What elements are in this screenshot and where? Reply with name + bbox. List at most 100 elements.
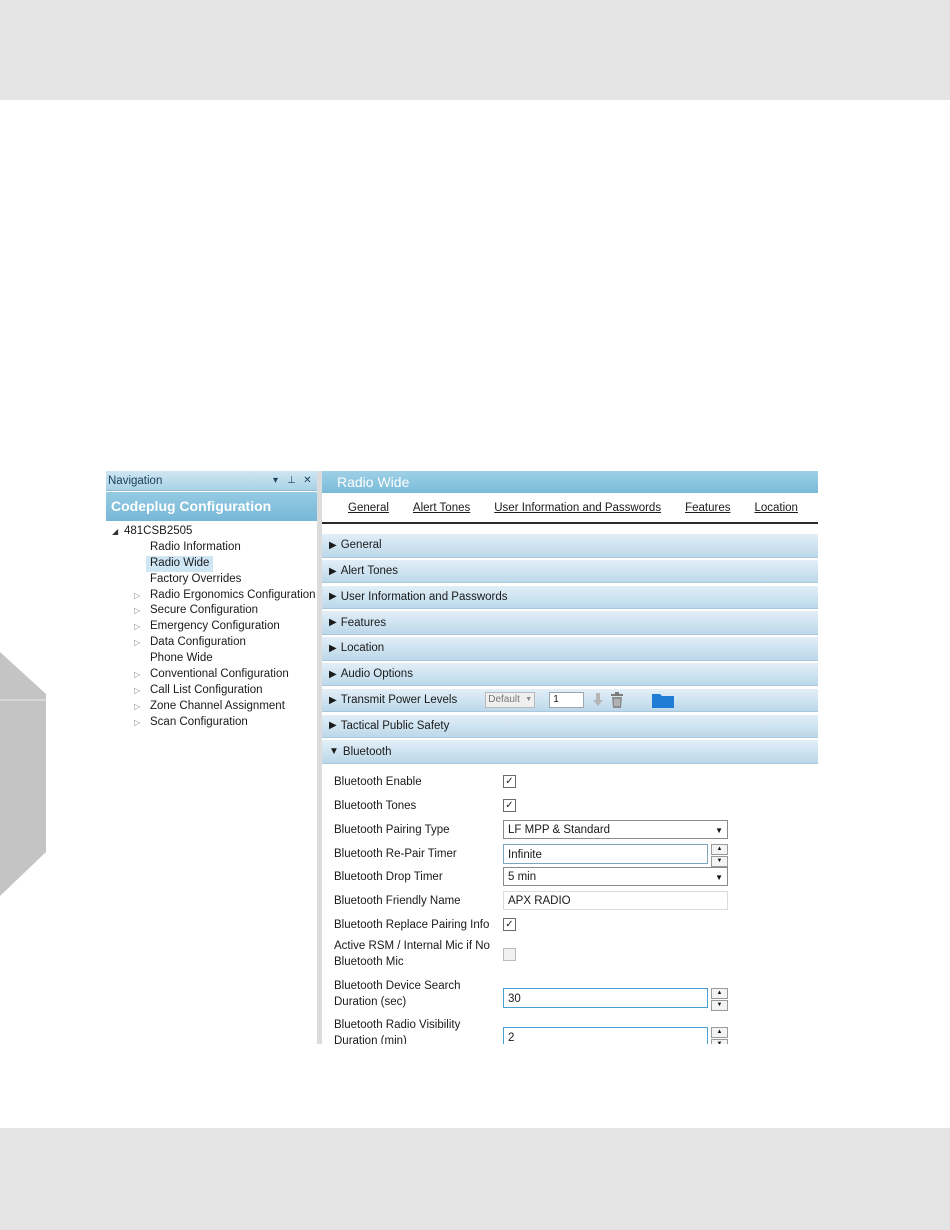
chevron-down-icon: ▼ <box>525 696 533 704</box>
close-icon[interactable]: ✕ <box>301 475 314 486</box>
expand-triangle-icon[interactable]: ▷ <box>134 635 140 651</box>
expand-arrow-icon: ▶ <box>329 720 337 732</box>
transmit-power-controls: Default ▼ 1 <box>485 691 675 709</box>
section-features[interactable]: ▶ Features <box>322 611 818 635</box>
expand-arrow-icon: ▶ <box>329 617 337 629</box>
expand-triangle-icon[interactable]: ▷ <box>134 603 140 619</box>
tab-general[interactable]: General <box>348 502 389 514</box>
section-transmit-power-levels[interactable]: ▶ Transmit Power Levels Default ▼ 1 <box>322 688 818 713</box>
spin-up-icon[interactable]: ▲ <box>711 1027 728 1039</box>
bluetooth-repair-timer-input[interactable]: Infinite <box>503 843 708 864</box>
spin-down-icon[interactable]: ▼ <box>711 855 728 867</box>
pin-icon[interactable]: ⊥ <box>285 475 298 486</box>
bluetooth-enable-row: Bluetooth Enable ✓ <box>322 771 818 795</box>
tab-location[interactable]: Location <box>754 502 797 514</box>
bluetooth-drop-timer-row: Bluetooth Drop Timer 5 min ▼ <box>322 866 818 890</box>
bluetooth-search-duration-label: Bluetooth Device Search Duration (sec) <box>334 979 461 1008</box>
transmit-power-set-dropdown[interactable]: Default ▼ <box>485 692 536 709</box>
expand-arrow-icon: ▶ <box>329 668 337 680</box>
radio-wide-content-pane: Radio Wide General Alert Tones User Info… <box>322 471 818 1044</box>
download-arrow-icon[interactable] <box>592 692 604 708</box>
tab-alert-tones[interactable]: Alert Tones <box>413 502 470 514</box>
bluetooth-friendly-name-input[interactable]: APX RADIO <box>503 891 728 911</box>
codeplug-configuration-title: Codeplug Configuration <box>106 492 317 521</box>
dropdown-arrow-icon[interactable]: ▾ <box>269 475 282 486</box>
active-rsm-label: Active RSM / Internal Mic if No Bluetoot… <box>334 939 490 968</box>
collapse-arrow-icon: ▼ <box>329 746 339 758</box>
tree-root-node[interactable]: ◢ 481CSB2505 <box>106 524 317 540</box>
bluetooth-tones-checkbox[interactable]: ✓ <box>503 798 516 812</box>
section-location[interactable]: ▶ Location <box>322 637 818 661</box>
bluetooth-repair-timer-stepper[interactable]: ▲ ▼ <box>711 843 728 867</box>
tree-item-selected-label: Radio Wide <box>146 555 214 572</box>
content-title: Radio Wide <box>322 471 818 493</box>
expand-triangle-icon[interactable]: ▷ <box>134 715 140 731</box>
navigation-pane-header: Navigation ▾ ⊥ ✕ <box>106 471 317 491</box>
side-tab-decoration <box>0 652 46 896</box>
tab-user-information[interactable]: User Information and Passwords <box>494 502 661 514</box>
bluetooth-search-duration-stepper[interactable]: ▲ ▼ <box>711 987 728 1011</box>
spin-up-icon[interactable]: ▲ <box>711 843 728 855</box>
bluetooth-enable-label: Bluetooth Enable <box>334 776 422 789</box>
bluetooth-replace-pairing-checkbox[interactable]: ✓ <box>503 917 516 931</box>
tree-item-data-configuration[interactable]: ▷ Data Configuration <box>106 635 317 651</box>
navigation-pane: Navigation ▾ ⊥ ✕ Codeplug Configuration … <box>106 471 317 1044</box>
spin-down-icon[interactable]: ▼ <box>711 1039 728 1044</box>
section-audio-options[interactable]: ▶ Audio Options <box>322 662 818 687</box>
tree-item-call-list-configuration[interactable]: ▷ Call List Configuration <box>106 683 317 699</box>
active-rsm-checkbox[interactable] <box>503 947 516 961</box>
bluetooth-search-duration-row: Bluetooth Device Search Duration (sec) 3… <box>322 978 818 1018</box>
tree-item-emergency-configuration[interactable]: ▷ Emergency Configuration <box>106 619 317 635</box>
expand-arrow-icon: ▶ <box>329 642 337 654</box>
tree-item-radio-ergonomics[interactable]: ▷ Radio Ergonomics Configuration <box>106 588 317 604</box>
bluetooth-visibility-row: Bluetooth Radio Visibility Duration (min… <box>322 1017 818 1044</box>
navigation-pane-title: Navigation <box>108 474 163 487</box>
expand-triangle-icon[interactable]: ▷ <box>134 683 140 699</box>
tree-item-phone-wide[interactable]: Phone Wide <box>106 651 317 667</box>
tree-item-zone-channel-assignment[interactable]: ▷ Zone Channel Assignment <box>106 699 317 715</box>
expand-triangle-icon[interactable]: ▷ <box>134 619 140 635</box>
bluetooth-tones-label: Bluetooth Tones <box>334 799 417 812</box>
bluetooth-visibility-label: Bluetooth Radio Visibility Duration (min… <box>334 1019 461 1044</box>
expand-arrow-icon: ▶ <box>329 694 337 706</box>
bluetooth-friendly-name-row: Bluetooth Friendly Name APX RADIO <box>322 890 818 914</box>
bluetooth-drop-timer-label: Bluetooth Drop Timer <box>334 871 443 884</box>
bluetooth-visibility-input[interactable]: 2 <box>503 1027 708 1044</box>
section-user-information[interactable]: ▶ User Information and Passwords <box>322 585 818 610</box>
cps-application-window: Navigation ▾ ⊥ ✕ Codeplug Configuration … <box>106 471 818 1044</box>
expand-triangle-icon[interactable]: ▷ <box>134 699 140 715</box>
section-bluetooth[interactable]: ▼ Bluetooth <box>322 740 818 764</box>
expand-arrow-icon: ▶ <box>329 591 337 603</box>
trash-icon[interactable] <box>610 691 624 709</box>
section-general[interactable]: ▶ General <box>322 534 818 558</box>
section-alert-tones[interactable]: ▶ Alert Tones <box>322 559 818 584</box>
expand-triangle-icon[interactable]: ▷ <box>134 667 140 683</box>
section-tactical-public-safety[interactable]: ▶ Tactical Public Safety <box>322 714 818 739</box>
bluetooth-visibility-stepper[interactable]: ▲▼ <box>711 1027 728 1044</box>
bluetooth-pairing-type-label: Bluetooth Pairing Type <box>334 823 450 836</box>
folder-icon[interactable] <box>652 692 675 709</box>
transmit-power-set-number[interactable]: 1 <box>549 692 585 709</box>
chevron-down-icon: ▼ <box>715 873 723 883</box>
tree-item-secure-configuration[interactable]: ▷ Secure Configuration <box>106 603 317 619</box>
spin-down-icon[interactable]: ▼ <box>711 999 728 1011</box>
tree-item-radio-information[interactable]: Radio Information <box>106 540 317 556</box>
tree-item-radio-wide[interactable]: Radio Wide <box>106 555 317 572</box>
bluetooth-pairing-type-row: Bluetooth Pairing Type LF MPP & Standard… <box>322 819 818 843</box>
spin-up-icon[interactable]: ▲ <box>711 987 728 999</box>
bluetooth-pairing-type-select[interactable]: LF MPP & Standard ▼ <box>503 819 728 839</box>
tab-features[interactable]: Features <box>685 502 730 514</box>
bluetooth-search-duration-input[interactable]: 30 <box>503 987 708 1008</box>
active-rsm-row: Active RSM / Internal Mic if No Bluetoot… <box>322 938 818 978</box>
bluetooth-drop-timer-select[interactable]: 5 min ▼ <box>503 867 728 887</box>
collapse-triangle-icon[interactable]: ◢ <box>112 524 124 540</box>
bluetooth-friendly-name-label: Bluetooth Friendly Name <box>334 895 461 908</box>
expand-arrow-icon: ▶ <box>329 539 337 551</box>
radio-wide-tab-links: General Alert Tones User Information and… <box>322 493 818 524</box>
tree-item-factory-overrides[interactable]: Factory Overrides <box>106 572 317 588</box>
tree-item-scan-configuration[interactable]: ▷ Scan Configuration <box>106 715 317 731</box>
bluetooth-enable-checkbox[interactable]: ✓ <box>503 775 516 789</box>
tree-item-conventional-configuration[interactable]: ▷ Conventional Configuration <box>106 667 317 683</box>
bluetooth-repair-timer-label: Bluetooth Re-Pair Timer <box>334 847 457 860</box>
expand-triangle-icon[interactable]: ▷ <box>134 588 140 604</box>
